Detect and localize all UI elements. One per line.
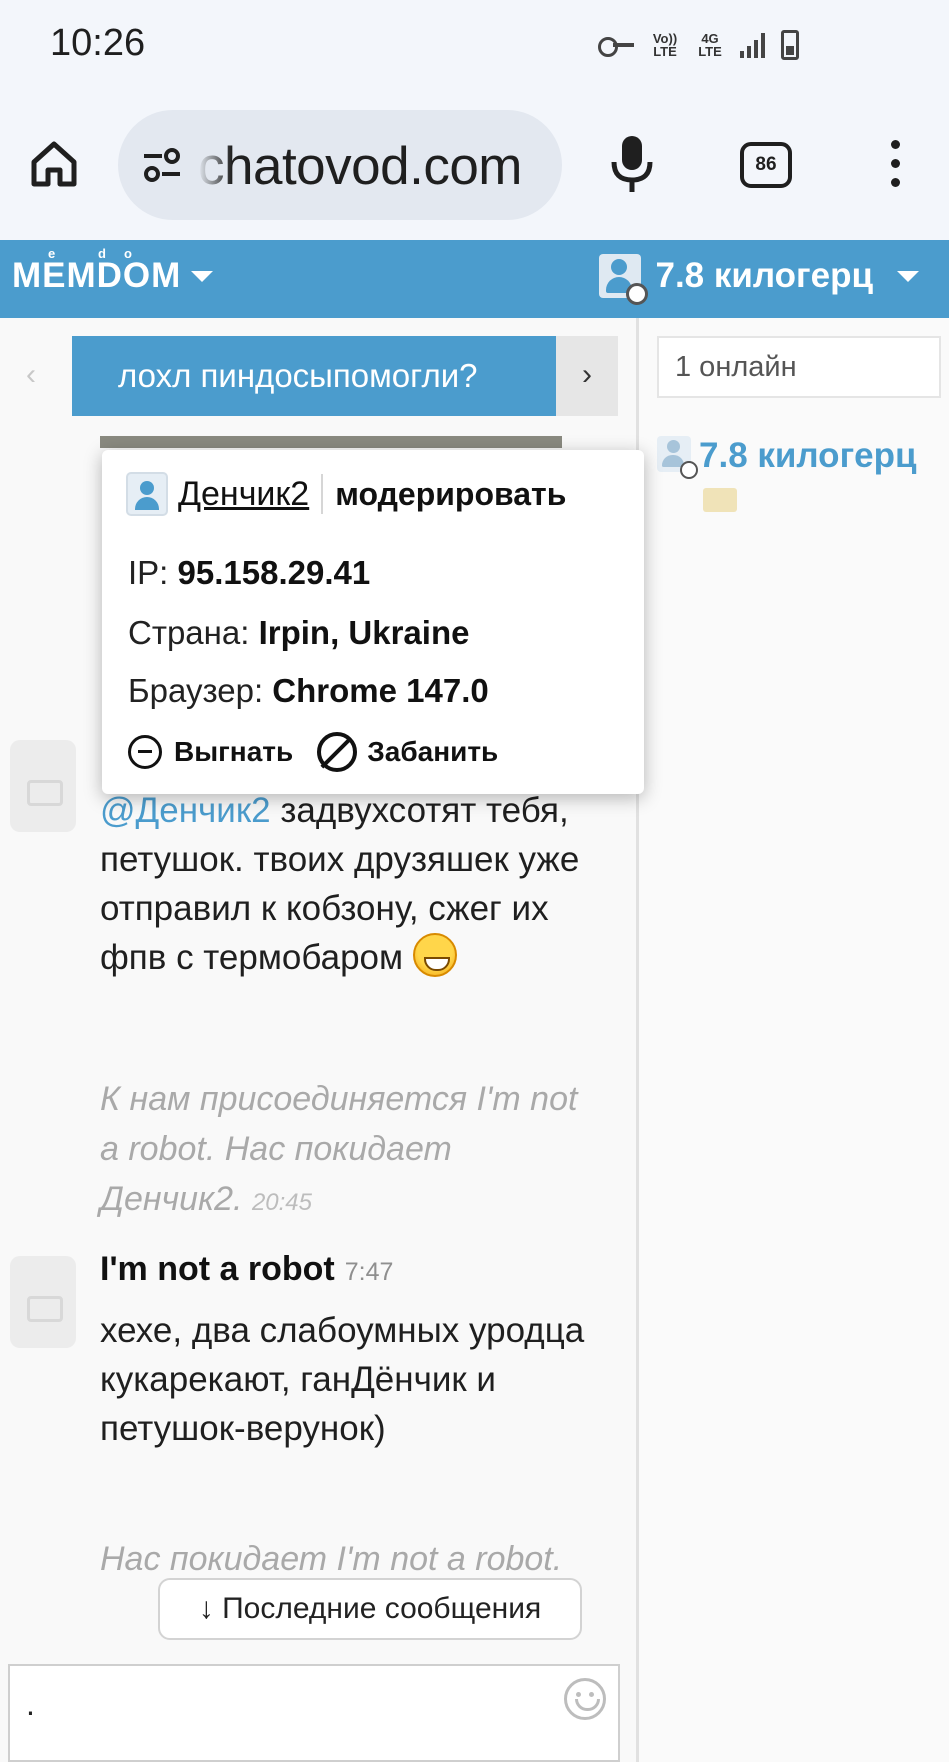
site-settings-icon[interactable]	[140, 146, 184, 184]
status-time: 10:26	[50, 22, 146, 64]
online-users-sidebar: 1 онлайн 7.8 килогерц	[639, 318, 949, 1762]
network-type-icon: 4G LTE	[698, 31, 722, 59]
user-avatar	[599, 254, 649, 305]
topic-bar[interactable]: лохл пиндосыпомогли?	[72, 336, 556, 416]
message-image-preview[interactable]	[100, 436, 562, 448]
chat-header: MEMDOM e d o 7.8 килогерц	[0, 240, 949, 318]
status-bar: 10:26 Vo)) LTE 4G LTE	[0, 0, 949, 96]
away-clock-icon	[680, 461, 698, 479]
chevron-down-icon	[897, 270, 919, 282]
message-avatar[interactable]	[10, 740, 76, 832]
logo-accent: e	[48, 246, 57, 261]
status-icons: Vo)) LTE 4G LTE	[598, 30, 799, 60]
url-text[interactable]: chatovod.com	[198, 136, 522, 197]
menu-dot-icon	[890, 159, 900, 168]
divider	[321, 474, 324, 514]
menu-dot-icon	[890, 140, 900, 149]
logo-accent: o	[124, 246, 133, 261]
logo-accent: d	[98, 246, 107, 261]
message-input-value: .	[26, 1686, 35, 1722]
tab-switcher-button[interactable]: 86	[740, 142, 792, 188]
system-message: Нас покидает I'm not a robot.	[100, 1540, 563, 1578]
message-text: @Денчик2 задвухсотят тебя, петушок. твои…	[100, 791, 580, 977]
kick-button[interactable]: Выгнать	[128, 735, 293, 769]
popup-header: Денчик2 модерировать	[126, 472, 566, 516]
voice-search-button[interactable]	[602, 132, 662, 196]
message-avatar[interactable]	[10, 1256, 76, 1348]
popup-browser-row: Браузер: Chrome 147.0	[128, 672, 489, 709]
browser-value: Chrome 147.0	[272, 672, 489, 709]
ban-button[interactable]: Забанить	[317, 732, 498, 772]
menu-dot-icon	[890, 178, 900, 187]
home-button[interactable]	[26, 136, 82, 192]
home-icon	[31, 141, 77, 187]
online-user-item[interactable]: 7.8 килогерц	[657, 436, 917, 479]
popup-user-name[interactable]: Денчик2	[178, 475, 309, 514]
current-user-name: 7.8 килогерц	[655, 256, 873, 295]
grinning-emoji-icon	[412, 933, 457, 977]
user-info-popup: Денчик2 модерировать IP: 95.158.29.41 Ст…	[102, 450, 644, 794]
message-time: 20:45	[251, 1189, 312, 1216]
online-count: 1 онлайн	[657, 336, 941, 398]
message-text: хехе, два слабоумных уродца кукарекают, …	[100, 1311, 585, 1448]
emoji-picker-icon[interactable]	[564, 1678, 606, 1720]
ban-icon	[317, 732, 358, 772]
chevron-down-icon	[191, 270, 214, 282]
away-clock-icon	[626, 283, 649, 305]
signal-strength-icon	[740, 32, 765, 58]
vpn-key-icon	[598, 36, 634, 57]
user-avatar	[657, 436, 698, 479]
message-input[interactable]: .	[8, 1664, 620, 1762]
crown-badge-icon	[703, 488, 737, 512]
url-fade	[184, 110, 232, 220]
ip-value: 95.158.29.41	[177, 554, 371, 591]
minus-circle-icon	[128, 735, 162, 769]
topic-next-button[interactable]: ›	[556, 336, 618, 416]
topic-prev-button[interactable]: ‹	[26, 358, 36, 392]
moderate-button[interactable]: модерировать	[335, 476, 566, 513]
popup-country-row: Страна: Irpin, Ukraine	[128, 614, 470, 651]
current-user-menu[interactable]: 7.8 килогерц	[599, 254, 919, 305]
browser-menu-button[interactable]	[880, 136, 910, 192]
user-icon	[126, 472, 168, 516]
popup-actions: Выгнать Забанить	[128, 732, 522, 772]
message-author[interactable]: I'm not a robot 7:47	[100, 1250, 393, 1289]
system-message: К нам присоединяется I'm not a robot. На…	[100, 1080, 578, 1218]
address-bar[interactable]: chatovod.com	[118, 110, 562, 220]
online-user-name: 7.8 килогерц	[699, 436, 917, 475]
site-logo: MEMDOM	[12, 256, 182, 295]
popup-ip-row: IP: 95.158.29.41	[128, 554, 371, 591]
mention-link[interactable]: @Денчик2	[100, 791, 271, 830]
microphone-icon	[611, 136, 653, 192]
message-time: 7:47	[344, 1258, 394, 1286]
browser-toolbar: chatovod.com 86	[0, 96, 949, 240]
site-logo-menu[interactable]: MEMDOM e d o	[12, 246, 214, 296]
volte-icon: Vo)) LTE	[652, 31, 678, 59]
country-value: Irpin, Ukraine	[258, 614, 470, 651]
latest-messages-button[interactable]: ↓ Последние сообщения	[158, 1578, 582, 1640]
battery-icon	[781, 30, 799, 60]
